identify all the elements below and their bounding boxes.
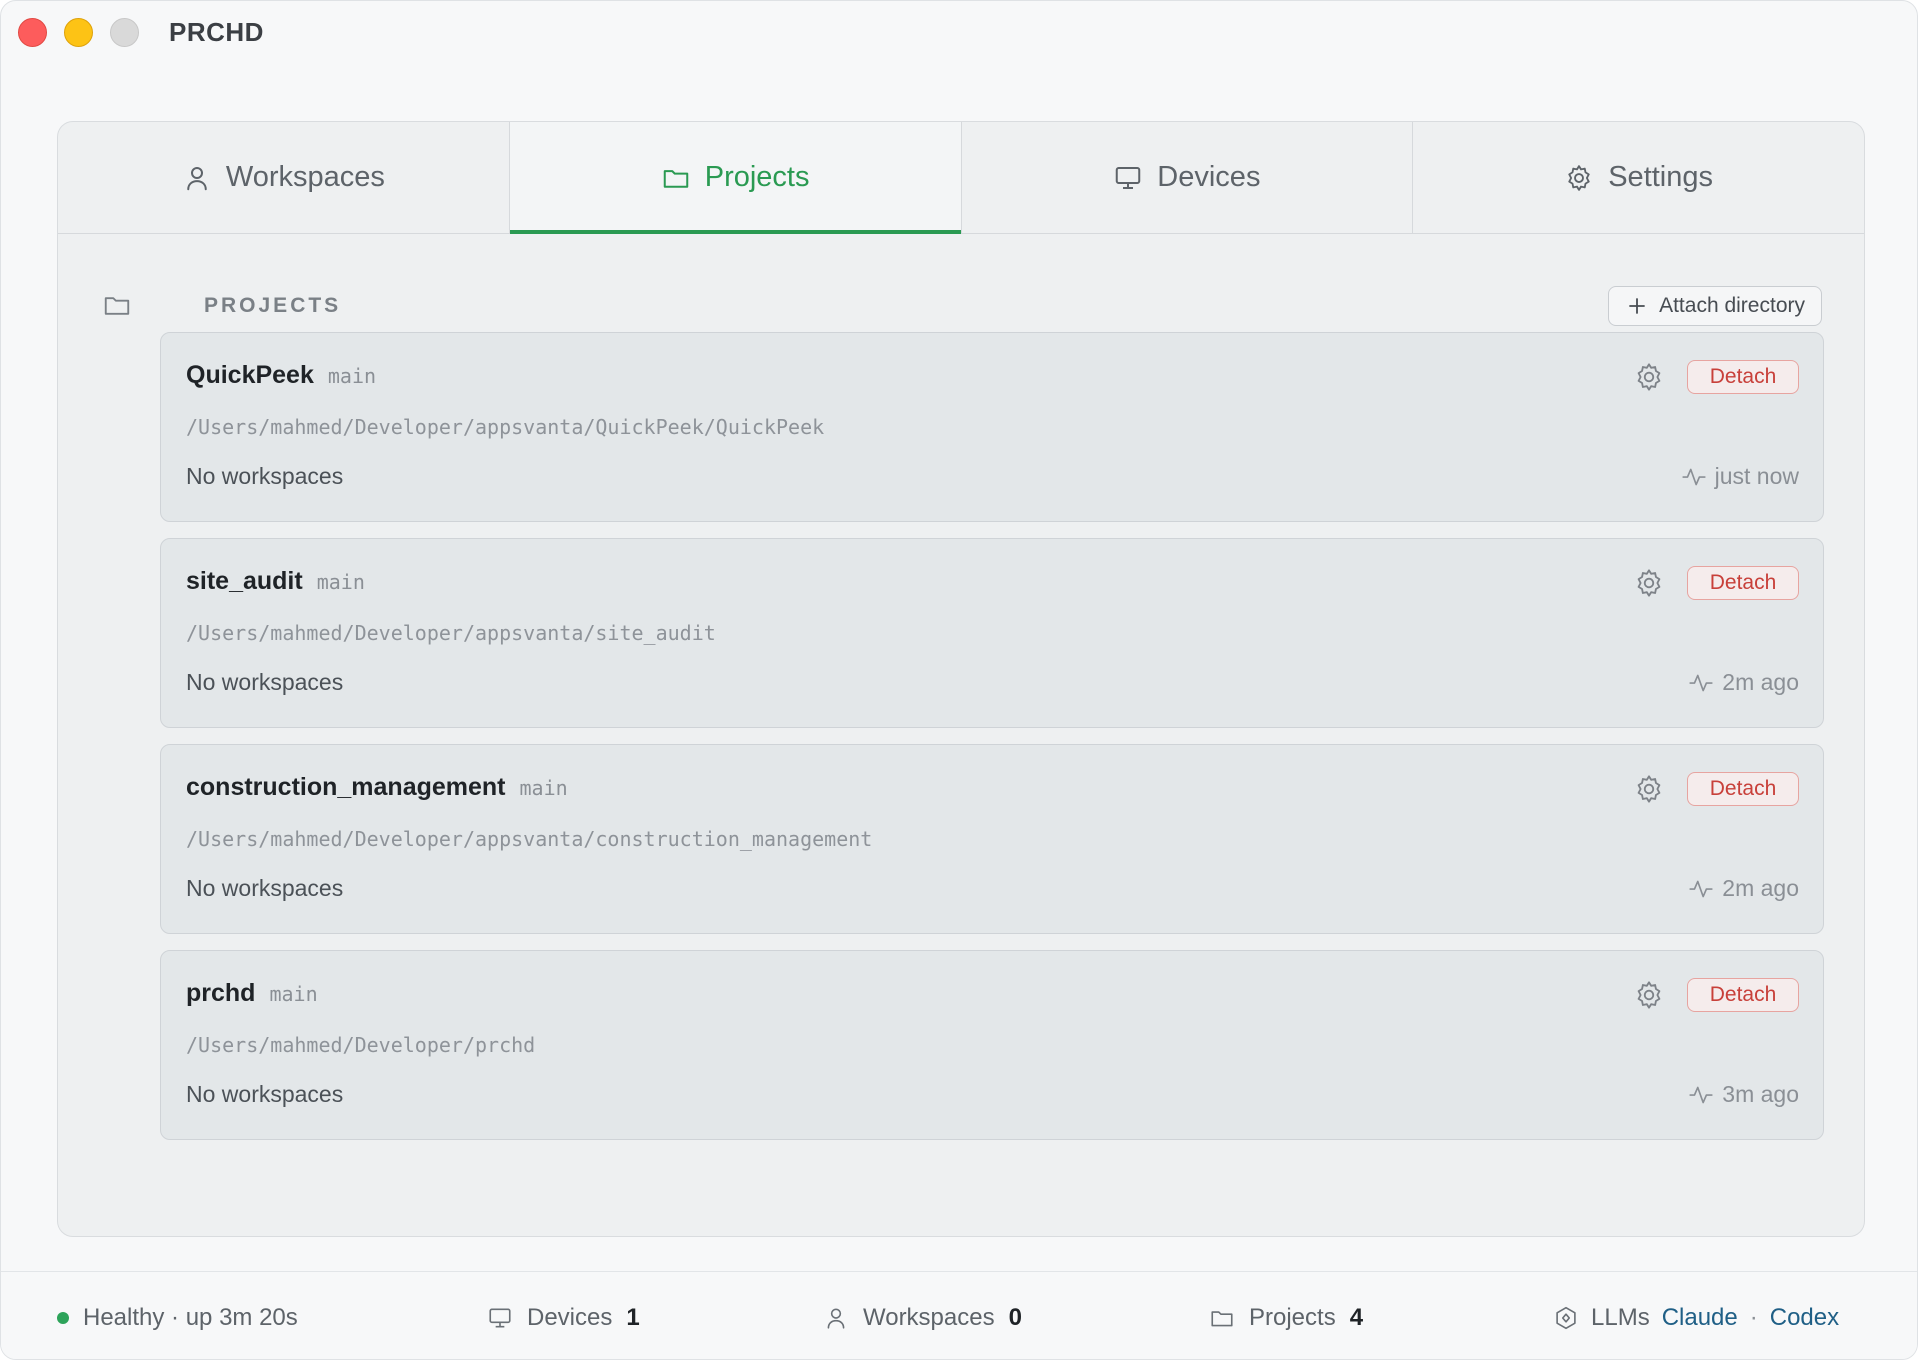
folder-icon: [663, 169, 688, 188]
health-indicator-dot: [57, 1312, 69, 1324]
monitor-icon: [1116, 166, 1141, 189]
last-activity-time: 2m ago: [1722, 875, 1799, 901]
section-title: PROJECTS: [204, 294, 342, 317]
user-icon: [827, 1308, 845, 1329]
project-name-line: QuickPeek main: [186, 361, 376, 390]
health-text: Healthy · up 3m 20s: [83, 1304, 298, 1331]
attach-directory-label: Attach directory: [1659, 294, 1805, 317]
project-card-site-audit[interactable]: site_audit main /Users/mahmed/Developer/a…: [160, 538, 1824, 728]
project-activity: 2m ago: [1688, 875, 1799, 902]
folder-icon: [1211, 1311, 1233, 1327]
project-status: No workspaces: [186, 463, 344, 489]
activity-pulse-icon: [1689, 674, 1713, 691]
main-panel: Workspaces Projects Devices Settings PRO…: [57, 121, 1865, 1237]
attach-directory-button[interactable]: Attach directory: [1608, 286, 1822, 326]
activity-pulse-icon: [1689, 880, 1713, 897]
detach-button[interactable]: Detach: [1687, 360, 1799, 394]
project-name-line: site_audit main: [186, 567, 365, 596]
app-window: PRCHD Workspaces Projects Devices Settin…: [0, 0, 1918, 1360]
project-settings-gear-icon[interactable]: [1633, 361, 1665, 393]
folder-icon: [104, 297, 130, 315]
project-branch: main: [269, 982, 318, 1006]
status-workspaces[interactable]: Workspaces 0: [823, 1304, 1022, 1332]
tab-bar: Workspaces Projects Devices Settings: [58, 122, 1864, 234]
status-devices[interactable]: Devices 1: [487, 1304, 640, 1332]
tab-devices[interactable]: Devices: [962, 122, 1414, 233]
last-activity-time: just now: [1714, 463, 1799, 489]
project-path: /Users/mahmed/Developer/appsvanta/QuickP…: [186, 415, 825, 439]
devices-count: 1: [626, 1304, 640, 1331]
project-path: /Users/mahmed/Developer/appsvanta/site_a…: [186, 621, 716, 645]
app-title: PRCHD: [169, 17, 264, 47]
project-branch: main: [327, 364, 377, 388]
project-branch: main: [316, 570, 365, 594]
tab-label: Workspaces: [225, 161, 385, 193]
project-path: /Users/mahmed/Developer/appsvanta/constr…: [186, 827, 873, 851]
llm-hexagon-icon: [1556, 1306, 1576, 1330]
plus-icon: [1629, 298, 1645, 314]
status-llms: LLMs Claude · Codex: [1553, 1304, 1839, 1332]
projects-label: Projects: [1249, 1304, 1336, 1331]
project-activity: 3m ago: [1688, 1081, 1799, 1108]
project-name: construction_management: [186, 773, 506, 801]
project-settings-gear-icon[interactable]: [1633, 567, 1665, 599]
projects-section-header: PROJECTS Attach directory: [102, 282, 1822, 330]
project-status: No workspaces: [186, 875, 344, 901]
tab-label: Projects: [704, 161, 810, 193]
llm-separator: ·: [1749, 1304, 1758, 1331]
last-activity-time: 3m ago: [1722, 1081, 1799, 1107]
llm-claude-link[interactable]: Claude: [1662, 1304, 1738, 1332]
project-activity: 2m ago: [1688, 669, 1799, 696]
project-card-quickpeek[interactable]: QuickPeek main /Users/mahmed/Developer/ap…: [160, 332, 1824, 522]
project-name-line: prchd main: [186, 979, 318, 1008]
project-path: /Users/mahmed/Developer/prchd: [186, 1033, 536, 1057]
llm-codex-link[interactable]: Codex: [1770, 1304, 1839, 1332]
tab-projects[interactable]: Projects: [509, 122, 962, 234]
project-branch: main: [519, 776, 568, 800]
project-card-prchd[interactable]: prchd main /Users/mahmed/Developer/prchd …: [160, 950, 1824, 1140]
tab-label: Settings: [1608, 161, 1714, 193]
detach-button[interactable]: Detach: [1687, 772, 1799, 806]
project-name: site_audit: [186, 567, 303, 595]
project-status: No workspaces: [186, 669, 344, 695]
last-activity-time: 2m ago: [1722, 669, 1799, 695]
project-name: prchd: [186, 979, 256, 1007]
user-icon: [187, 166, 207, 190]
activity-pulse-icon: [1681, 468, 1706, 485]
detach-button[interactable]: Detach: [1687, 978, 1799, 1012]
gear-icon: [1568, 164, 1590, 191]
status-projects[interactable]: Projects 4: [1209, 1304, 1363, 1332]
title-bar: PRCHD: [1, 1, 1917, 65]
project-activity: just now: [1681, 463, 1799, 490]
maximize-window-button[interactable]: [110, 18, 139, 47]
minimize-window-button[interactable]: [64, 18, 93, 47]
project-name-line: construction_management main: [186, 773, 568, 802]
detach-button[interactable]: Detach: [1687, 566, 1799, 600]
workspaces-count: 0: [1008, 1304, 1022, 1331]
activity-pulse-icon: [1689, 1086, 1713, 1103]
status-bar: Healthy · up 3m 20s Devices 1 Workspaces…: [1, 1271, 1917, 1359]
close-window-button[interactable]: [18, 18, 47, 47]
monitor-icon: [489, 1308, 511, 1328]
project-settings-gear-icon[interactable]: [1633, 979, 1665, 1011]
tab-workspaces[interactable]: Workspaces: [58, 122, 510, 233]
devices-label: Devices: [527, 1304, 613, 1331]
project-card-construction-management[interactable]: construction_management main /Users/mahme…: [160, 744, 1824, 934]
llms-label: LLMs: [1591, 1304, 1650, 1331]
project-name: QuickPeek: [186, 361, 314, 389]
tab-settings[interactable]: Settings: [1413, 122, 1864, 233]
health-status: Healthy · up 3m 20s: [57, 1304, 298, 1332]
project-settings-gear-icon[interactable]: [1633, 773, 1665, 805]
projects-count: 4: [1349, 1304, 1364, 1331]
project-status: No workspaces: [186, 1081, 344, 1107]
workspaces-label: Workspaces: [863, 1304, 995, 1331]
tab-label: Devices: [1157, 161, 1261, 193]
